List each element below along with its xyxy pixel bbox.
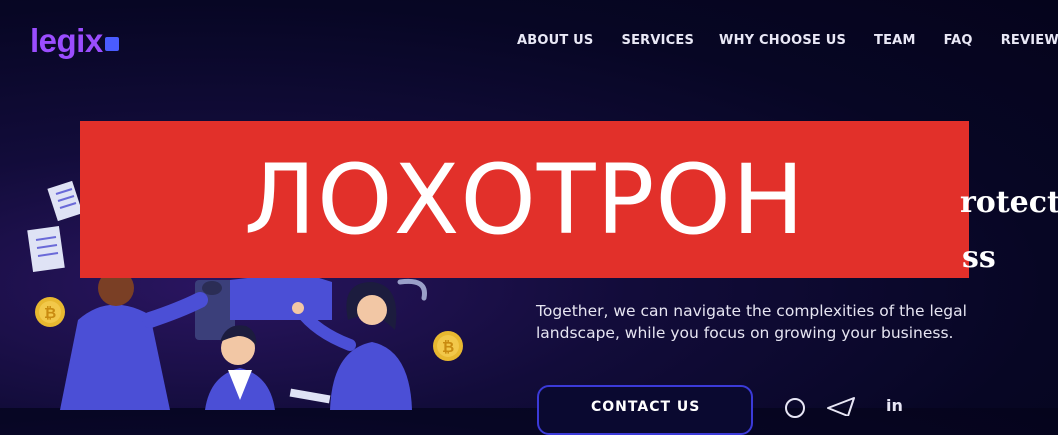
hero-subtitle: Together, we can navigate the complexiti… xyxy=(536,300,1026,344)
hero-subtitle-line: Together, we can navigate the complexiti… xyxy=(536,302,967,320)
telegram-icon[interactable] xyxy=(826,396,856,416)
nav-faq[interactable]: FAQ xyxy=(944,33,973,48)
person-figure xyxy=(60,270,235,410)
warning-overlay-text: ЛОХОТРОН xyxy=(243,143,806,256)
contact-us-button[interactable]: CONTACT US xyxy=(537,385,753,435)
person-figure xyxy=(205,325,331,410)
hero-headline-fragment: ss xyxy=(962,240,996,275)
warning-overlay-banner: ЛОХОТРОН xyxy=(80,121,969,278)
svg-text:₿: ₿ xyxy=(44,304,56,322)
document-icon xyxy=(27,225,65,273)
hero-headline-fragment: rotect xyxy=(960,185,1058,220)
nav-about-us[interactable]: ABOUT US xyxy=(517,33,594,48)
main-nav: ABOUT US SERVICES WHY CHOOSE US TEAM FAQ… xyxy=(517,33,1058,48)
svg-text:₿: ₿ xyxy=(442,338,454,356)
hero-subtitle-line: landscape, while you focus on growing yo… xyxy=(536,324,954,342)
whatsapp-icon[interactable] xyxy=(783,396,807,420)
nav-services[interactable]: SERVICES xyxy=(622,33,695,48)
nav-team[interactable]: TEAM xyxy=(874,33,916,48)
nav-why-choose-us[interactable]: WHY CHOOSE US xyxy=(719,33,846,48)
contact-us-label: CONTACT US xyxy=(591,399,701,415)
bitcoin-coin-icon: ₿ xyxy=(35,297,65,327)
bitcoin-coin-icon: ₿ xyxy=(433,331,463,361)
nav-reviews[interactable]: REVIEWS xyxy=(1001,33,1058,48)
linkedin-icon[interactable]: in xyxy=(886,396,903,415)
brand-logo[interactable]: legix xyxy=(30,22,119,60)
document-icon xyxy=(47,180,83,222)
logo-text: legix xyxy=(30,22,103,59)
logo-mark-icon xyxy=(104,37,119,51)
